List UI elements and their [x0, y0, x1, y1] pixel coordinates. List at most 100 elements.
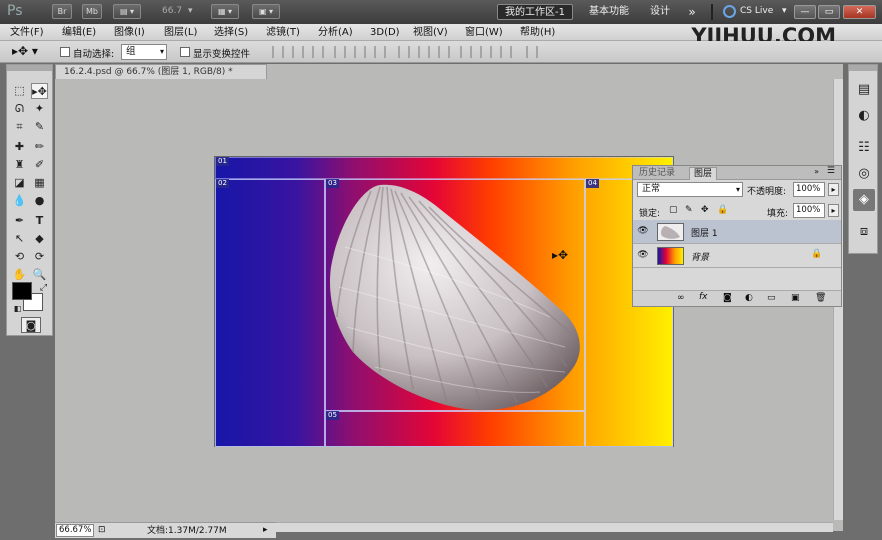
- menu-view[interactable]: 视图(V): [413, 26, 448, 39]
- workspace-essentials[interactable]: 基本功能: [581, 4, 637, 20]
- status-menu-arrow-icon[interactable]: ▸: [263, 525, 268, 535]
- adjustment-layer-icon[interactable]: ◐: [745, 293, 753, 303]
- lock-transparent-pixels-icon[interactable]: ▢: [669, 205, 678, 215]
- distribute-bottom-icon[interactable]: [438, 46, 450, 58]
- menu-analysis[interactable]: 分析(A): [318, 26, 353, 39]
- link-layers-icon[interactable]: ∞: [677, 293, 685, 303]
- slice-02[interactable]: [215, 179, 325, 447]
- tools-panel-grip[interactable]: [7, 65, 52, 71]
- delete-layer-icon[interactable]: 🗑: [815, 293, 826, 303]
- brush-tool-icon[interactable]: ✏: [31, 139, 48, 155]
- histogram-panel-icon[interactable]: ▤: [853, 79, 875, 101]
- styles-panel-icon[interactable]: ◎: [853, 163, 875, 185]
- mini-bridge-button[interactable]: Mb: [82, 4, 102, 19]
- shape-tool-icon[interactable]: ◆: [31, 231, 48, 247]
- type-tool-icon[interactable]: T: [31, 213, 48, 229]
- path-selection-tool-icon[interactable]: ↖: [11, 231, 28, 247]
- 3d-rotate-tool-icon[interactable]: ⟲: [11, 249, 28, 265]
- clone-stamp-tool-icon[interactable]: ♜: [11, 157, 28, 173]
- menu-3d[interactable]: 3D(D): [370, 26, 400, 39]
- more-workspaces-button[interactable]: »: [682, 4, 702, 20]
- fill-field[interactable]: 100%: [793, 203, 825, 218]
- lock-image-pixels-icon[interactable]: ✎: [685, 205, 693, 215]
- workspace-my-workspace-1[interactable]: 我的工作区-1: [497, 4, 573, 20]
- eraser-tool-icon[interactable]: ◪: [11, 175, 28, 191]
- new-group-icon[interactable]: ▭: [767, 293, 776, 303]
- tab-history[interactable]: 历史记录: [635, 167, 679, 180]
- auto-select-dropdown[interactable]: 组 ▾: [121, 44, 167, 60]
- channels-panel-icon[interactable]: ⧈: [853, 221, 875, 243]
- status-info-icon[interactable]: ⊡: [98, 525, 106, 535]
- blur-tool-icon[interactable]: 💧: [11, 193, 28, 209]
- menu-layer[interactable]: 图层(L): [164, 26, 197, 39]
- hand-tool-icon[interactable]: ✋: [11, 267, 28, 283]
- marquee-tool-icon[interactable]: ⬚: [11, 83, 28, 99]
- history-brush-tool-icon[interactable]: ✐: [31, 157, 48, 173]
- distribute-left-icon[interactable]: [460, 46, 472, 58]
- menu-window[interactable]: 窗口(W): [465, 26, 503, 39]
- align-bottom-icon[interactable]: [312, 46, 324, 58]
- dodge-tool-icon[interactable]: ●: [31, 193, 48, 209]
- lasso-tool-icon[interactable]: ᘏ: [11, 101, 28, 117]
- pen-tool-icon[interactable]: ✒: [11, 213, 28, 229]
- align-horizontal-center-icon[interactable]: [354, 46, 366, 58]
- quick-selection-tool-icon[interactable]: ✦: [31, 101, 48, 117]
- lock-all-icon[interactable]: 🔒: [717, 205, 728, 215]
- navigator-panel-icon[interactable]: ◐: [853, 105, 875, 127]
- zoom-chevron-icon[interactable]: ▾: [188, 6, 193, 16]
- fill-slider-arrow-icon[interactable]: ▸: [828, 204, 839, 217]
- layer-style-icon[interactable]: fx: [699, 292, 708, 302]
- show-transform-controls-checkbox[interactable]: [180, 47, 190, 57]
- zoom-level-field[interactable]: 66.7: [162, 6, 182, 16]
- view-extras-dropdown[interactable]: ▤ ▾: [113, 4, 141, 19]
- add-mask-icon[interactable]: ◙: [723, 293, 732, 303]
- slice-05[interactable]: [325, 411, 585, 447]
- align-right-icon[interactable]: [374, 46, 386, 58]
- auto-select-checkbox[interactable]: [60, 47, 70, 57]
- menu-help[interactable]: 帮助(H): [520, 26, 555, 39]
- menu-edit[interactable]: 编辑(E): [62, 26, 96, 39]
- minimize-button[interactable]: —: [794, 5, 816, 19]
- arrange-documents-dropdown[interactable]: ▦ ▾: [211, 4, 239, 19]
- adjustments-panel-icon[interactable]: ☷: [853, 137, 875, 159]
- restore-button[interactable]: ▭: [818, 5, 840, 19]
- foreground-color-swatch[interactable]: [12, 282, 32, 300]
- layers-panel-icon[interactable]: ◈: [853, 189, 875, 211]
- gradient-tool-icon[interactable]: ▦: [31, 175, 48, 191]
- panel-collapse-icon[interactable]: »: [814, 167, 819, 176]
- opacity-field[interactable]: 100%: [793, 182, 825, 197]
- align-top-icon[interactable]: [272, 46, 284, 58]
- zoom-percentage-field[interactable]: 66.67%: [56, 524, 94, 537]
- opacity-slider-arrow-icon[interactable]: ▸: [828, 183, 839, 196]
- bridge-button[interactable]: Br: [52, 4, 72, 19]
- horizontal-scrollbar[interactable]: [276, 522, 833, 532]
- cs-live-button[interactable]: CS Live: [740, 6, 773, 16]
- distribute-top-icon[interactable]: [398, 46, 410, 58]
- eyedropper-tool-icon[interactable]: ✎: [31, 119, 48, 135]
- move-tool-preset-icon[interactable]: ▸✥ ▾: [12, 44, 38, 58]
- 3d-orbit-tool-icon[interactable]: ⟳: [31, 249, 48, 265]
- workspace-design[interactable]: 设计: [645, 4, 675, 20]
- distribute-vertical-center-icon[interactable]: [418, 46, 430, 58]
- image-canvas[interactable]: 01 02 03 04 05: [214, 156, 674, 447]
- visibility-eye-icon[interactable]: 👁: [637, 250, 649, 260]
- healing-brush-tool-icon[interactable]: ✚: [11, 139, 28, 155]
- layer-row-layer-1[interactable]: 👁 图层 1: [633, 220, 841, 244]
- tab-layers[interactable]: 图层: [689, 167, 718, 180]
- menu-image[interactable]: 图像(I): [114, 26, 145, 39]
- close-button[interactable]: ✕: [843, 5, 876, 19]
- move-tool-icon[interactable]: ▸✥: [31, 83, 48, 99]
- layer-row-background[interactable]: 👁 背景 🔒: [633, 244, 841, 268]
- slice-01[interactable]: [215, 157, 673, 179]
- align-left-icon[interactable]: [334, 46, 346, 58]
- document-tab[interactable]: 16.2.4.psd @ 66.7% (图层 1, RGB/8) *: [55, 64, 267, 79]
- lock-position-icon[interactable]: ✥: [701, 205, 709, 215]
- crop-tool-icon[interactable]: ⌗: [11, 119, 28, 135]
- panel-menu-icon[interactable]: ☰: [827, 166, 835, 176]
- screen-mode-dropdown[interactable]: ▣ ▾: [252, 4, 280, 19]
- dock-grip[interactable]: [849, 65, 877, 71]
- menu-filter[interactable]: 滤镜(T): [266, 26, 300, 39]
- align-vertical-center-icon[interactable]: [292, 46, 304, 58]
- cs-live-chevron-icon[interactable]: ▾: [782, 6, 787, 16]
- quick-mask-mode-icon[interactable]: ◙: [21, 317, 41, 333]
